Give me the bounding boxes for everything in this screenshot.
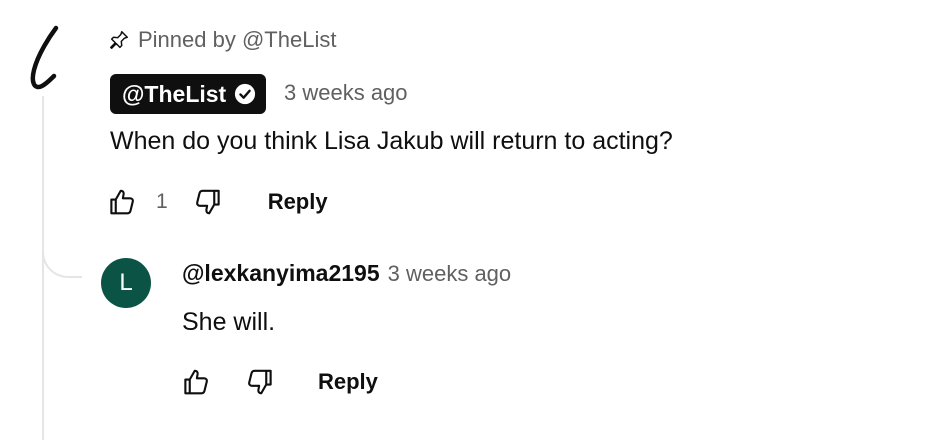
reply-author[interactable]: @lexkanyima2195 — [182, 260, 380, 287]
reply-avatar-letter: L — [119, 269, 133, 296]
reply-button[interactable]: Reply — [268, 189, 328, 215]
thumbs-up-icon — [110, 189, 134, 215]
reply-avatar[interactable]: L — [101, 258, 151, 308]
comment-text: When do you think Lisa Jakub will return… — [110, 127, 673, 155]
comment-author[interactable]: @TheList — [122, 81, 226, 108]
reply-text: She will. — [182, 308, 276, 336]
thumbs-down-icon — [248, 369, 272, 395]
reply-header: @lexkanyima2195 3 weeks ago — [182, 260, 511, 287]
channel-avatar[interactable] — [20, 22, 68, 94]
handwritten-l-logo-icon — [30, 25, 59, 90]
thumbs-up-icon — [184, 369, 208, 395]
pin-icon — [108, 29, 130, 51]
reply-timestamp[interactable]: 3 weeks ago — [388, 261, 512, 287]
reply-actions: Reply — [180, 366, 378, 398]
pinned-label: Pinned by @TheList — [108, 26, 336, 54]
comment-actions: 1 Reply — [106, 186, 328, 218]
dislike-button[interactable] — [192, 186, 224, 218]
thread-connector — [42, 236, 82, 278]
like-button[interactable] — [106, 186, 138, 218]
reply-like-button[interactable] — [180, 366, 212, 398]
like-count: 1 — [156, 190, 168, 213]
reply-dislike-button[interactable] — [244, 366, 276, 398]
comment-timestamp[interactable]: 3 weeks ago — [284, 80, 408, 106]
reply-reply-button[interactable]: Reply — [318, 369, 378, 395]
pinned-text: Pinned by @TheList — [138, 27, 337, 52]
author-badge[interactable]: @TheList — [110, 74, 267, 114]
verified-check-icon — [234, 83, 256, 105]
thread-line — [42, 96, 44, 440]
thumbs-down-icon — [195, 189, 220, 215]
